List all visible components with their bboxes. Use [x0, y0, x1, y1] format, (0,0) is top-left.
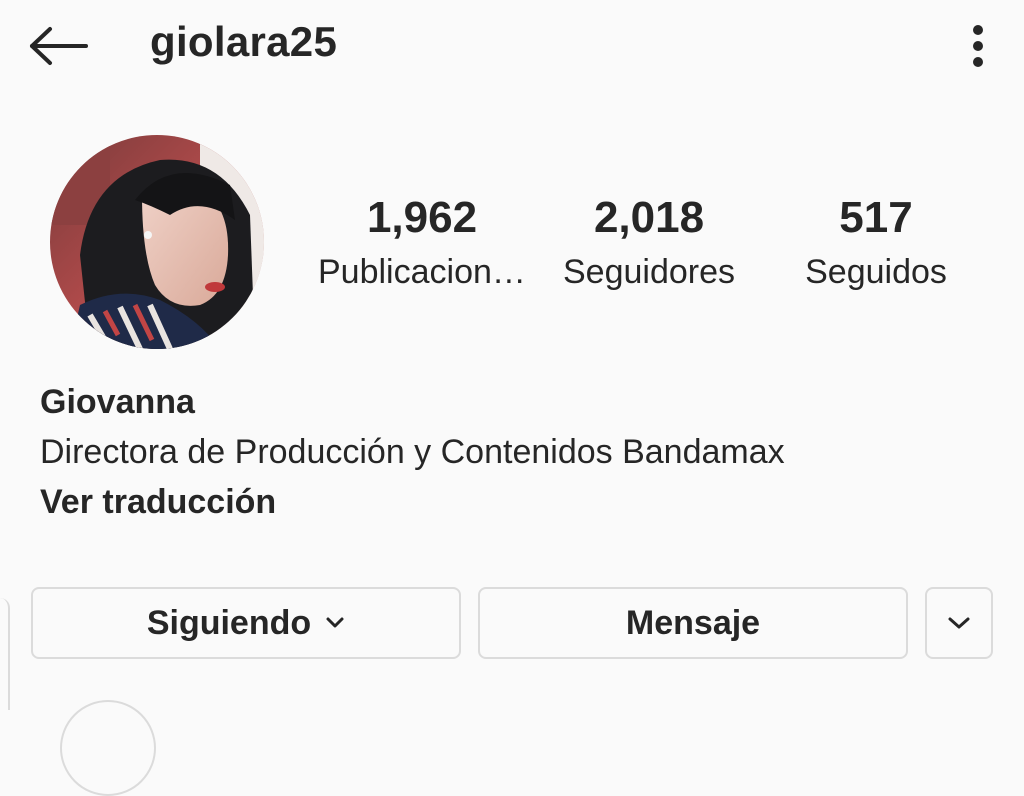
see-translation-link[interactable]: Ver traducción — [40, 480, 276, 524]
following-button-label: Siguiendo — [146, 603, 312, 642]
profile-display-name: Giovanna — [40, 383, 195, 421]
message-button-label: Mensaje — [625, 603, 761, 642]
following-button[interactable]: Siguiendo — [31, 587, 461, 659]
profile-avatar[interactable] — [50, 135, 264, 349]
arrow-left-icon — [30, 27, 88, 65]
profile-username: giolara25 — [150, 18, 338, 65]
following-count[interactable]: 517 Seguidos — [790, 192, 962, 294]
suggested-accounts-button[interactable] — [925, 587, 993, 659]
followers-count-value: 2,018 — [593, 193, 705, 242]
following-count-value: 517 — [839, 193, 913, 242]
profile-bio: Directora de Producción y Contenidos Ban… — [40, 433, 785, 471]
posts-count[interactable]: 1,962 Publicaciones — [318, 192, 526, 294]
following-count-label: Seguidos — [805, 253, 947, 291]
followers-count-label: Seguidores — [562, 253, 735, 291]
chevron-down-icon — [946, 615, 972, 631]
followers-count[interactable]: 2,018 Seguidores — [548, 192, 750, 294]
posts-count-label: Publicaciones — [318, 253, 526, 291]
more-vertical-icon — [973, 25, 983, 67]
chevron-down-icon — [325, 616, 345, 630]
story-highlight[interactable] — [60, 700, 156, 796]
top-bar: giolara25 — [0, 0, 1024, 95]
avatar-photo — [50, 135, 264, 349]
back-button[interactable] — [26, 20, 92, 72]
message-button[interactable]: Mensaje — [478, 587, 908, 659]
more-options-button[interactable] — [958, 20, 998, 72]
posts-count-value: 1,962 — [366, 193, 478, 242]
side-panel-edge — [0, 598, 10, 710]
